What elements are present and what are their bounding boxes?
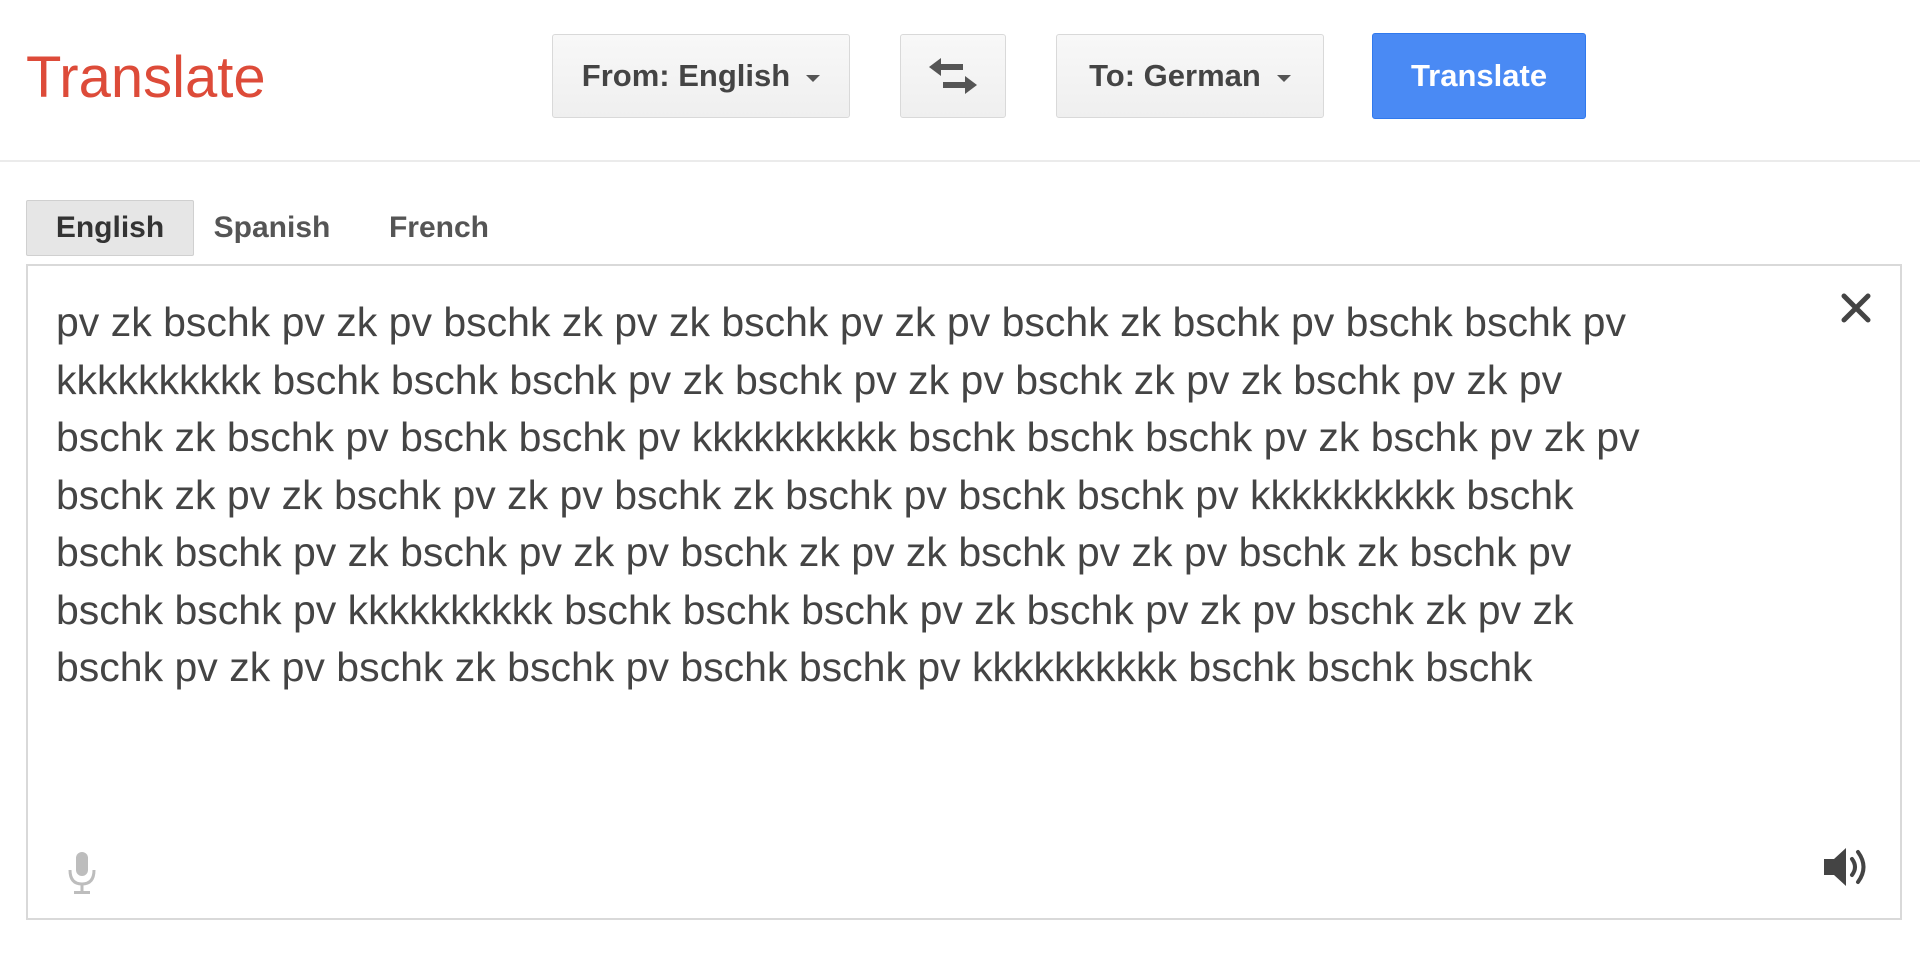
- swap-arrows-icon: [929, 58, 977, 94]
- chevron-down-icon: [1276, 74, 1291, 82]
- to-language-label: To: German: [1089, 58, 1261, 93]
- source-text-line: bschk zk bschk pv bschk bschk pv kkkkkkk…: [56, 414, 1640, 460]
- translate-page: Translate From: English To: German Trans…: [0, 0, 1920, 954]
- swap-languages-button[interactable]: [900, 34, 1006, 118]
- tab-spanish[interactable]: Spanish: [202, 200, 342, 256]
- to-language-dropdown[interactable]: To: German: [1056, 34, 1324, 118]
- speaker-icon[interactable]: [1820, 842, 1876, 892]
- source-text-line: bschk pv zk pv bschk zk bschk pv bschk b…: [56, 644, 1533, 690]
- source-text-line: bschk bschk pv kkkkkkkkkk bschk bschk bs…: [56, 586, 1574, 633]
- tab-french[interactable]: French: [372, 200, 506, 256]
- source-text-line: bschk bschk pv zk bschk pv zk pv bschk z…: [56, 529, 1572, 575]
- chevron-down-icon: [806, 74, 821, 82]
- translate-button[interactable]: Translate: [1372, 33, 1586, 119]
- source-text-area[interactable]: pv zk bschk pv zk pv bschk zk pv zk bsch…: [26, 264, 1902, 920]
- from-language-label: From: English: [581, 58, 791, 93]
- source-text[interactable]: pv zk bschk pv zk pv bschk zk pv zk bsch…: [56, 294, 1836, 697]
- from-language-dropdown[interactable]: From: English: [552, 34, 850, 118]
- source-text-line: bschk zk pv zk bschk pv zk pv bschk zk b…: [56, 471, 1574, 518]
- source-text-line: kkkkkkkkkk bschk bschk bschk pv zk bschk…: [56, 356, 1563, 403]
- microphone-icon[interactable]: [62, 848, 102, 898]
- tab-english[interactable]: English: [26, 200, 194, 256]
- source-text-line: pv zk bschk pv zk pv bschk zk pv zk bsch…: [56, 299, 1626, 345]
- app-logo-title[interactable]: Translate: [26, 44, 266, 111]
- close-icon[interactable]: [1836, 288, 1876, 328]
- header-bar: Translate From: English To: German Trans…: [0, 0, 1920, 162]
